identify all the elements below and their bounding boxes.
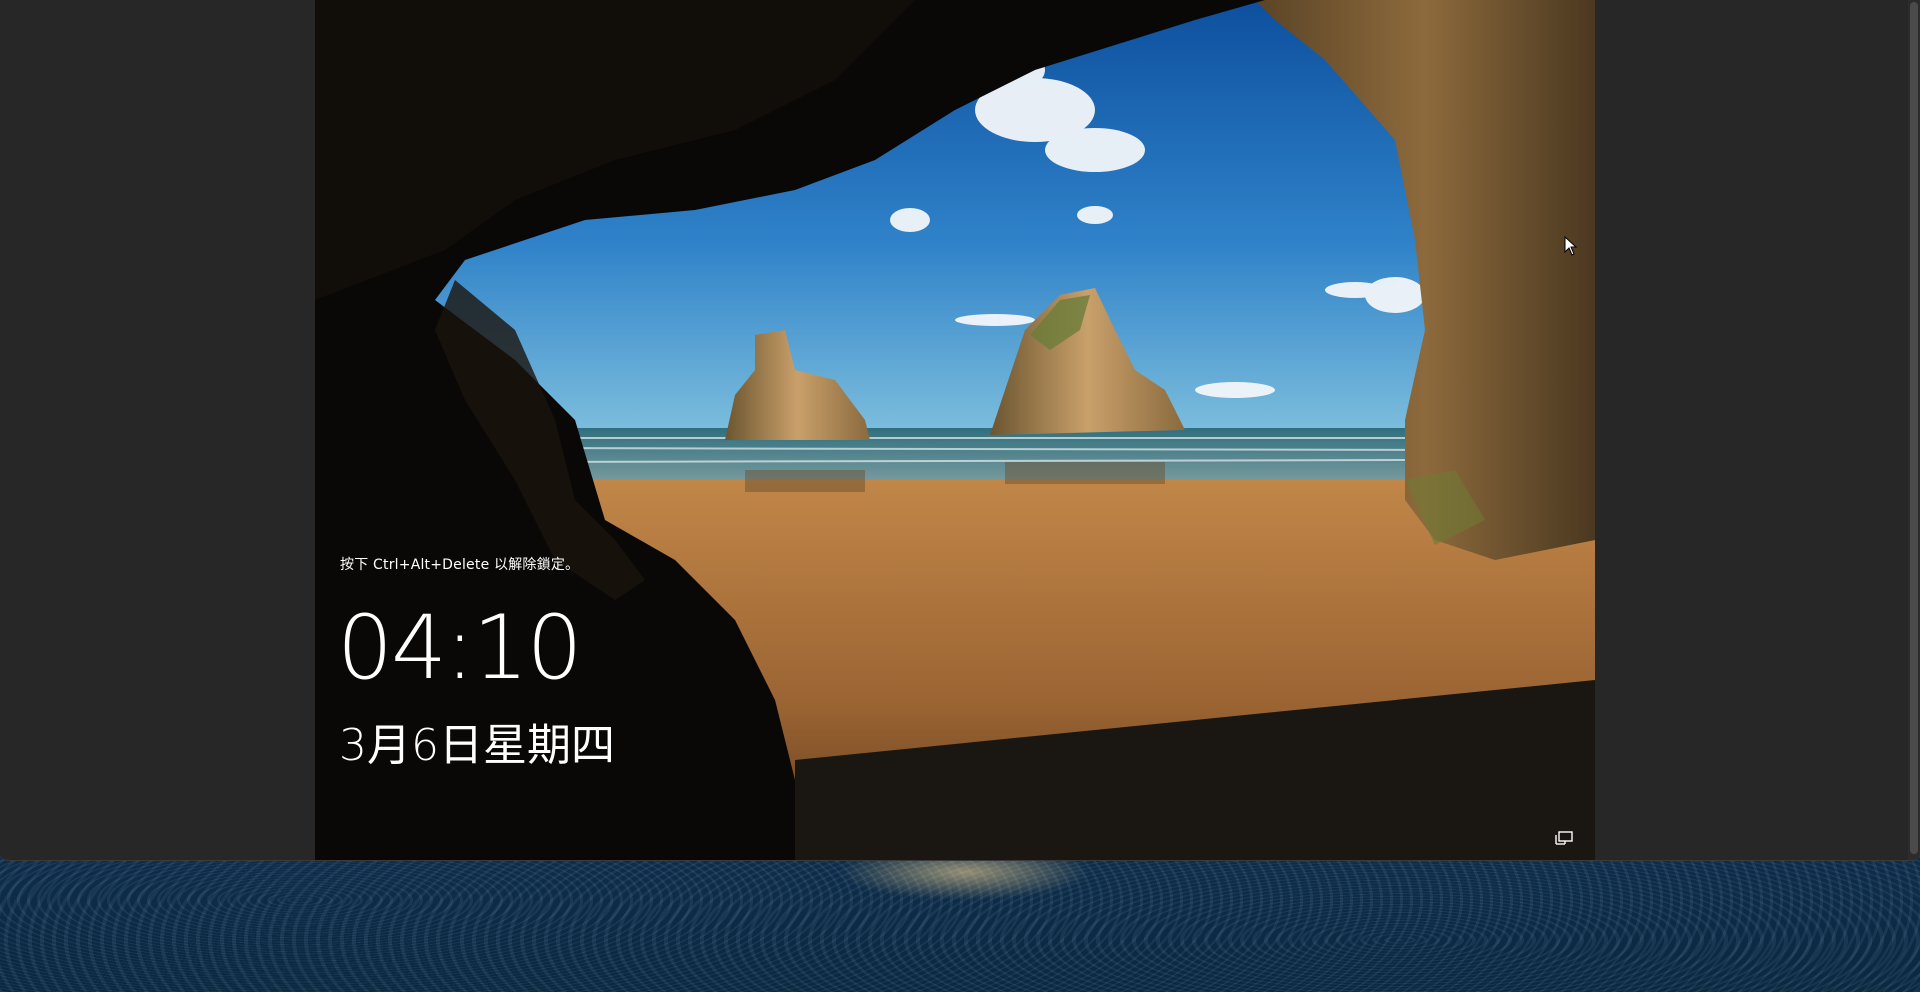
viewer-scrollbar-thumb[interactable]	[1910, 2, 1918, 854]
network-icon[interactable]	[1554, 831, 1574, 847]
remote-viewer-window[interactable]: 按下 Ctrl+Alt+Delete 以解除鎖定。 04:10 3月6日星期四	[0, 0, 1920, 861]
lock-date: 3月6日星期四	[339, 720, 615, 771]
remote-lock-screen[interactable]: 按下 Ctrl+Alt+Delete 以解除鎖定。 04:10 3月6日星期四	[315, 0, 1595, 860]
lock-time: 04:10	[337, 596, 583, 699]
viewer-scrollbar[interactable]	[1908, 0, 1920, 860]
mouse-cursor-icon	[1564, 236, 1578, 256]
unlock-hint-text: 按下 Ctrl+Alt+Delete 以解除鎖定。	[340, 557, 580, 573]
